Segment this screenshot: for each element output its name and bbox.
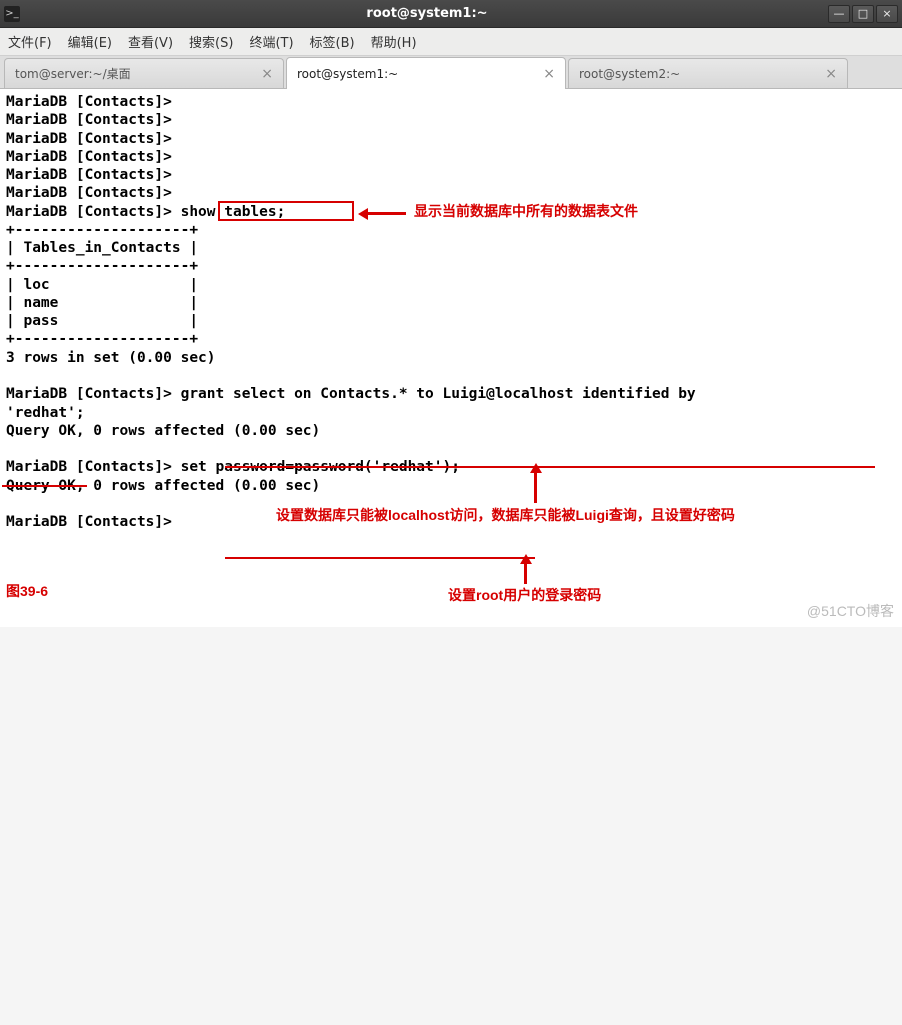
tab-0[interactable]: tom@server:~/桌面 × xyxy=(4,58,284,88)
underline-grant-2 xyxy=(2,485,87,487)
close-icon[interactable]: × xyxy=(825,67,837,81)
menu-file[interactable]: 文件(F) xyxy=(8,32,52,51)
annotation-show-tables: 显示当前数据库中所有的数据表文件 xyxy=(414,203,638,221)
underline-set-password xyxy=(225,557,535,559)
annotation-set-password: 设置root用户的登录密码 xyxy=(448,587,601,605)
tab-2[interactable]: root@system2:~ × xyxy=(568,58,848,88)
terminal-icon: >_ xyxy=(4,6,20,22)
arrow-icon xyxy=(524,562,527,584)
menu-view[interactable]: 查看(V) xyxy=(128,32,173,51)
window-title: root@system1:~ xyxy=(26,6,828,21)
tab-bar: tom@server:~/桌面 × root@system1:~ × root@… xyxy=(0,56,902,89)
close-button[interactable]: × xyxy=(876,5,898,23)
arrow-icon xyxy=(366,212,406,215)
tab-label: tom@server:~/桌面 xyxy=(15,65,131,82)
close-icon[interactable]: × xyxy=(543,67,555,81)
window-controls: — □ × xyxy=(828,5,898,23)
close-icon[interactable]: × xyxy=(261,67,273,81)
menu-terminal[interactable]: 终端(T) xyxy=(249,32,293,51)
watermark: @51CTO博客 xyxy=(807,603,894,621)
terminal-output[interactable]: MariaDB [Contacts]> MariaDB [Contacts]> … xyxy=(0,89,902,627)
tab-1[interactable]: root@system1:~ × xyxy=(286,57,566,89)
minimize-button[interactable]: — xyxy=(828,5,850,23)
menu-search[interactable]: 搜索(S) xyxy=(189,32,233,51)
menu-edit[interactable]: 编辑(E) xyxy=(68,32,112,51)
menubar: 文件(F) 编辑(E) 查看(V) 搜索(S) 终端(T) 标签(B) 帮助(H… xyxy=(0,28,902,56)
annotation-grant: 设置数据库只能被localhost访问，数据库只能被Luigi查询，且设置好密码 xyxy=(276,507,735,525)
figure-label: 图39-6 xyxy=(6,583,48,601)
tab-label: root@system1:~ xyxy=(297,67,398,81)
titlebar: >_ root@system1:~ — □ × xyxy=(0,0,902,28)
arrow-icon xyxy=(534,471,537,503)
highlight-show-tables xyxy=(218,201,354,221)
underline-grant xyxy=(225,466,875,468)
tab-label: root@system2:~ xyxy=(579,67,680,81)
maximize-button[interactable]: □ xyxy=(852,5,874,23)
menu-help[interactable]: 帮助(H) xyxy=(371,32,417,51)
menu-tabs[interactable]: 标签(B) xyxy=(310,32,355,51)
